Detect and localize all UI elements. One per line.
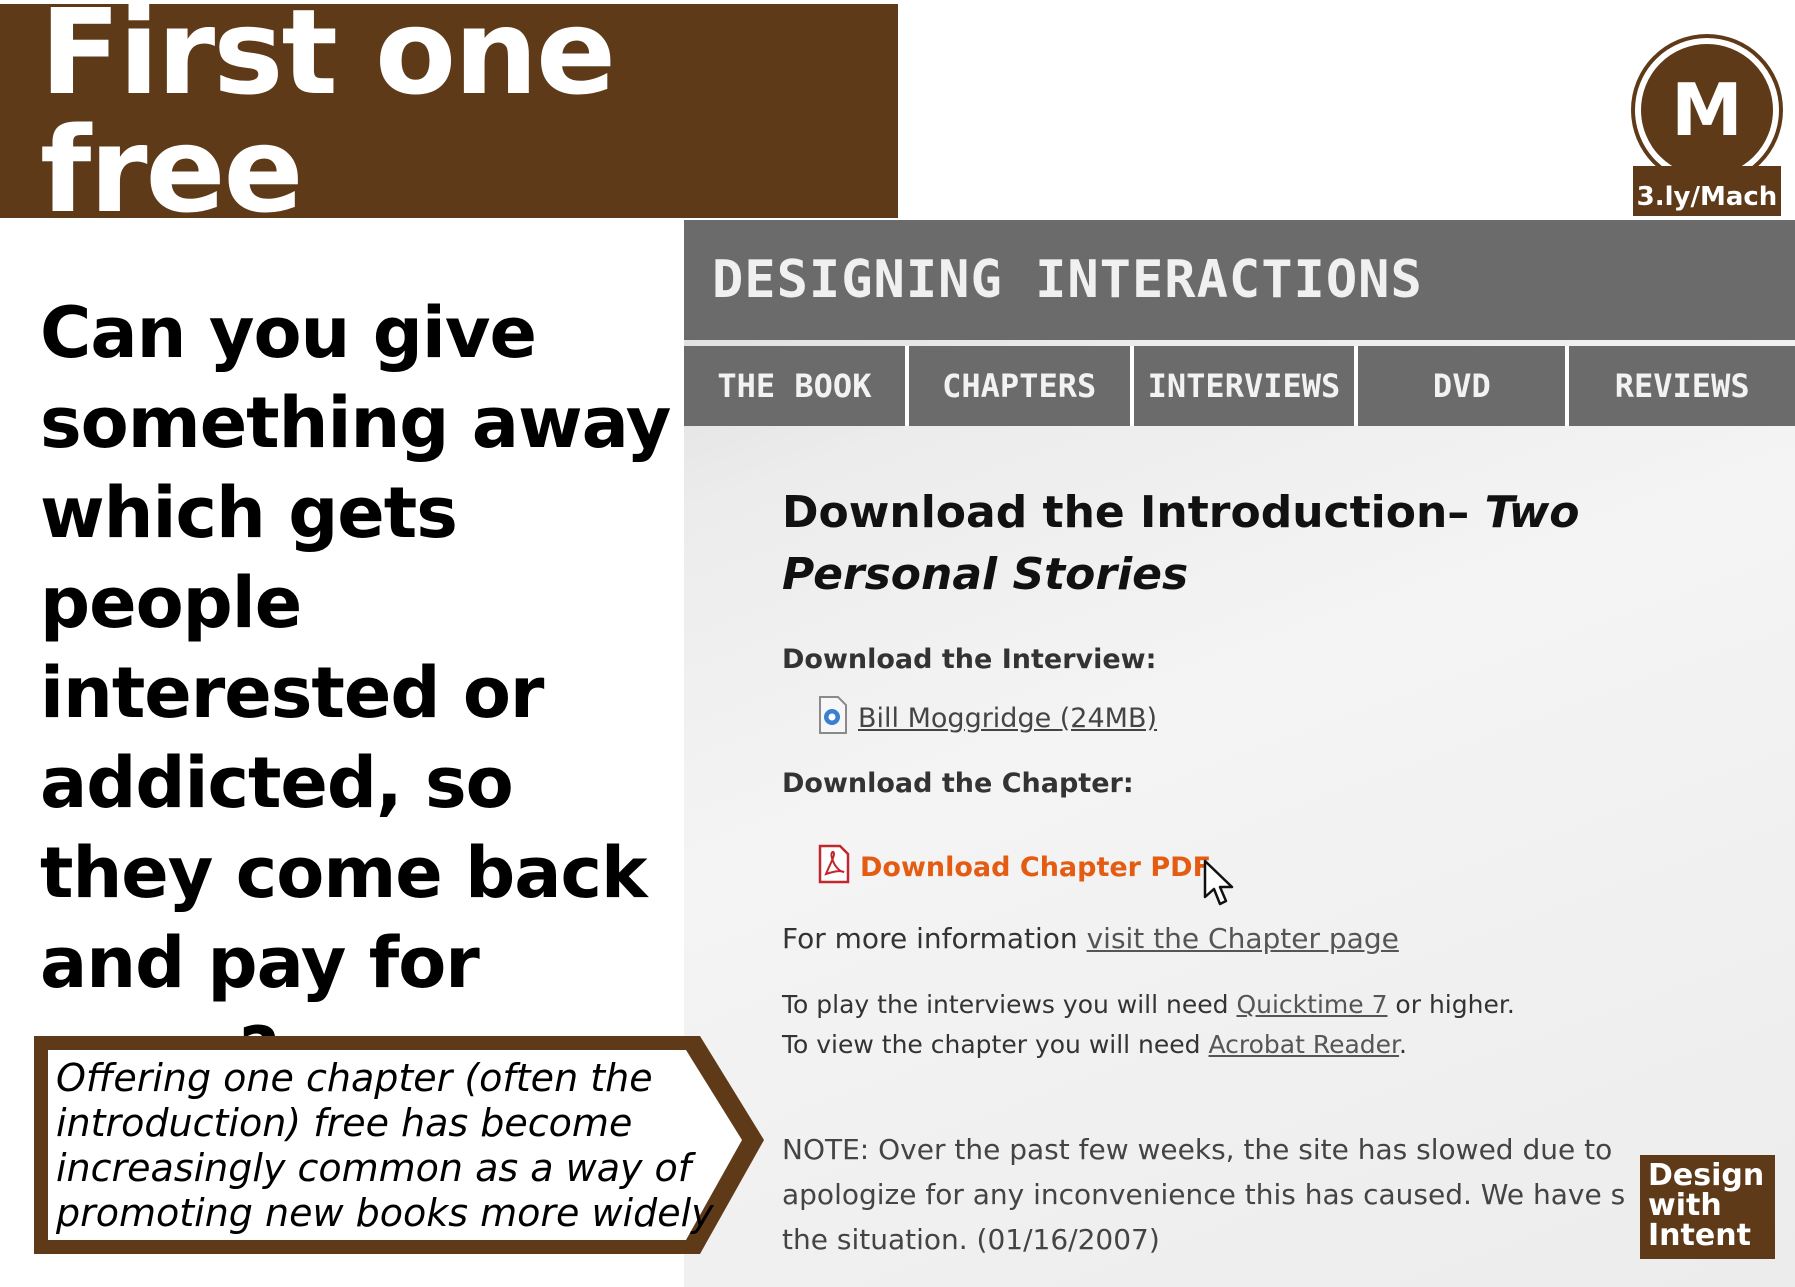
quicktime-link[interactable]: Quicktime 7 [1236, 990, 1387, 1019]
chapter-page-link[interactable]: visit the Chapter page [1087, 922, 1399, 955]
mouse-pointer-icon [1203, 859, 1237, 916]
nav-item-dvd[interactable]: DVD [1358, 346, 1566, 426]
callout-box: Offering one chapter (often the introduc… [30, 1032, 770, 1262]
note-line-2: apologize for any inconvenience this has… [782, 1178, 1626, 1211]
note-line-3: the situation. (01/16/2007) [782, 1223, 1160, 1256]
badge-circle: M [1635, 38, 1779, 182]
interview-link[interactable]: Bill Moggridge (24MB) [858, 703, 1157, 734]
download-chapter-pdf-link[interactable]: Download Chapter PDF [860, 852, 1211, 883]
chapter-row: Download Chapter PDF [816, 819, 1782, 916]
pdf-file-icon [816, 844, 852, 891]
badge-letter: M [1671, 68, 1743, 152]
acrobat-line: To view the chapter you will need Acroba… [782, 1025, 1782, 1065]
site-nav: THE BOOK CHAPTERS INTERVIEWS DVD REVIEWS [684, 346, 1795, 426]
nav-item-interviews[interactable]: INTERVIEWS [1133, 346, 1355, 426]
mach-badge: M 3.ly/Mach [1633, 38, 1781, 216]
dwi-line-1: Design [1648, 1158, 1765, 1193]
dwi-line-3: Intent [1648, 1218, 1751, 1253]
acrobat-prefix: To view the chapter you will need [782, 1030, 1209, 1059]
interview-row: Bill Moggridge (24MB) [816, 695, 1782, 742]
site-name[interactable]: DESIGNING INTERACTIONS [712, 250, 1423, 310]
badge-url: 3.ly/Mach [1636, 182, 1778, 212]
slide-question: Can you give something away which gets p… [40, 292, 671, 1094]
nav-item-the-book[interactable]: THE BOOK [684, 346, 905, 426]
download-heading: Download the Introduction– Two Personal … [782, 482, 1782, 606]
quicktime-file-icon [816, 695, 850, 742]
callout-text: Offering one chapter (often the introduc… [56, 1056, 714, 1235]
more-info-prefix: For more information [782, 922, 1087, 955]
title-bar: First one free [0, 0, 898, 229]
dwi-line-2: with [1648, 1188, 1722, 1223]
site-header: DESIGNING INTERACTIONS [684, 220, 1795, 340]
quicktime-suffix: or higher. [1387, 990, 1515, 1019]
quicktime-line: To play the interviews you will need Qui… [782, 985, 1782, 1025]
download-content: Download the Introduction– Two Personal … [782, 482, 1782, 1262]
more-info-line: For more information visit the Chapter p… [782, 922, 1782, 955]
website-screenshot: DESIGNING INTERACTIONS THE BOOK CHAPTERS… [684, 220, 1795, 1287]
interview-label: Download the Interview: [782, 644, 1157, 675]
slide-title: First one free [40, 0, 616, 239]
chapter-label: Download the Chapter: [782, 768, 1134, 799]
design-with-intent-badge: Design with Intent [1640, 1155, 1775, 1259]
nav-item-chapters[interactable]: CHAPTERS [908, 346, 1130, 426]
acrobat-suffix: . [1399, 1030, 1407, 1059]
heading-plain: Download the Introduction– [782, 487, 1485, 538]
site-note: NOTE: Over the past few weeks, the site … [782, 1127, 1782, 1262]
badge-tab: 3.ly/Mach [1633, 166, 1781, 216]
acrobat-reader-link[interactable]: Acrobat Reader [1208, 1030, 1399, 1059]
nav-item-reviews[interactable]: REVIEWS [1569, 346, 1795, 426]
note-line-1: NOTE: Over the past few weeks, the site … [782, 1133, 1613, 1166]
quicktime-prefix: To play the interviews you will need [782, 990, 1237, 1019]
